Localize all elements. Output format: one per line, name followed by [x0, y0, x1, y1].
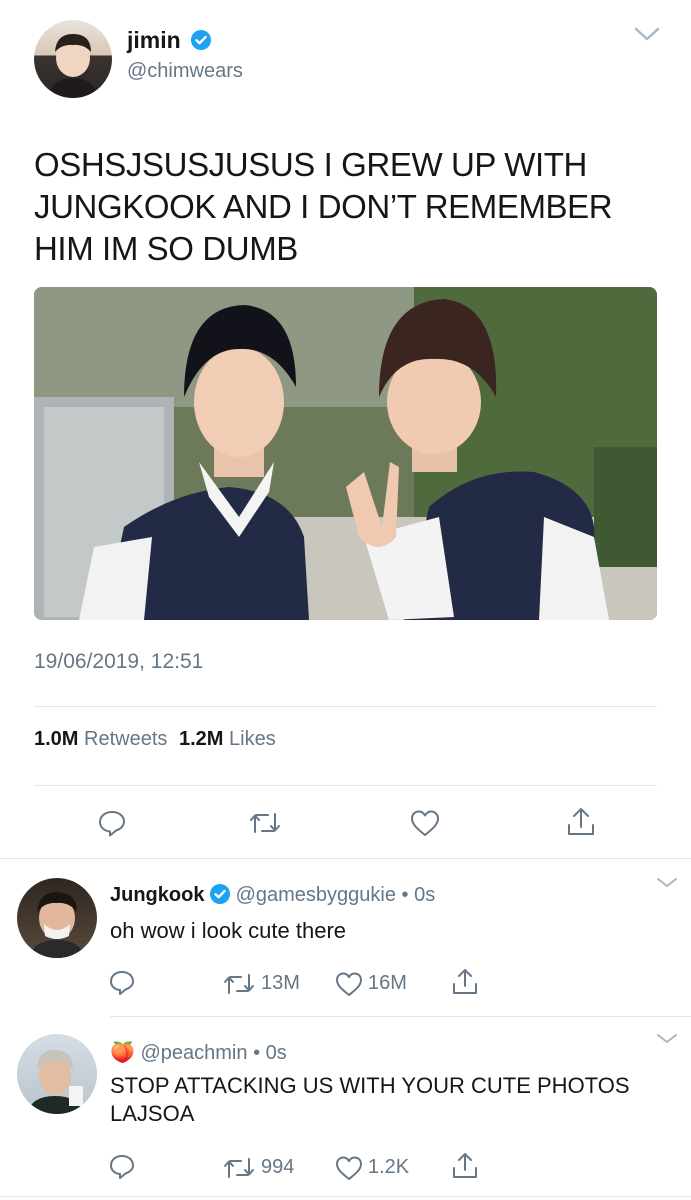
tweet-text: OSHSJSUSJUSUS I GREW UP WITH JUNGKOOK AN…	[34, 146, 613, 267]
reply-icon[interactable]	[97, 808, 127, 838]
tweet-photo[interactable]	[34, 287, 657, 620]
dot-separator: •	[253, 1042, 261, 1064]
section-divider	[0, 858, 691, 859]
reply-avatar[interactable]	[17, 1034, 97, 1114]
tweet-timestamp[interactable]: 19/06/2019, 12:51	[34, 650, 203, 674]
reply-retweet-count: 994	[261, 1156, 295, 1178]
avatar-photo-icon	[48, 34, 98, 98]
reply-retweet-count: 13M	[261, 972, 300, 994]
likes-count: 1.2M	[178, 728, 224, 750]
reply-like-count: 16M	[368, 972, 407, 994]
reply-text: oh wow i look cute there	[110, 918, 347, 943]
likes-label: Likes	[229, 728, 276, 750]
reply-text: STOP ATTACKING US WITH YOUR CUTE PHOTOS …	[110, 1073, 630, 1126]
reply-time[interactable]: 0s	[266, 1042, 287, 1064]
chevron-down-icon[interactable]	[633, 25, 661, 43]
divider	[34, 706, 657, 707]
section-divider	[110, 1016, 691, 1017]
reply-handle[interactable]: @gamesbyggukie	[236, 884, 396, 906]
display-name-text[interactable]: jimin	[127, 27, 181, 53]
reply-header: 🍑 @peachmin • 0s	[110, 1040, 287, 1065]
chevron-down-icon[interactable]	[655, 1032, 679, 1046]
retweet-icon[interactable]	[248, 808, 282, 838]
reply-icon[interactable]	[108, 969, 136, 997]
reply-header: Jungkook @gamesbyggukie • 0s	[110, 883, 435, 907]
reply-avatar[interactable]	[17, 878, 97, 958]
photo-of-two-boys-icon	[34, 287, 657, 620]
chevron-down-icon[interactable]	[655, 876, 679, 890]
share-icon[interactable]	[451, 1151, 479, 1181]
reply-handle[interactable]: @peachmin	[140, 1042, 247, 1064]
author-display-name[interactable]: jimin	[127, 27, 212, 54]
retweet-icon[interactable]	[222, 971, 256, 997]
divider	[34, 785, 657, 786]
retweet-icon[interactable]	[222, 1155, 256, 1181]
reply-display-name[interactable]: 🍑	[110, 1042, 135, 1064]
likes-stat[interactable]: 1.2M Likes	[179, 728, 276, 750]
reply-like-count: 1.2K	[368, 1156, 410, 1178]
like-heart-icon[interactable]	[334, 970, 364, 998]
like-heart-icon[interactable]	[334, 1154, 364, 1182]
share-icon[interactable]	[566, 806, 596, 838]
dot-separator: •	[401, 884, 409, 906]
reply-display-name[interactable]: Jungkook	[110, 884, 204, 906]
reply-time[interactable]: 0s	[414, 884, 435, 906]
reply-icon[interactable]	[108, 1153, 136, 1181]
retweets-stat[interactable]: 1.0M Retweets	[34, 728, 173, 750]
avatar-photo-icon	[29, 892, 85, 958]
verified-badge-icon	[191, 29, 212, 50]
section-divider	[0, 1196, 691, 1197]
verified-badge-icon	[210, 883, 231, 904]
share-icon[interactable]	[451, 967, 479, 997]
retweets-count: 1.0M	[34, 728, 79, 750]
avatar-photo-icon	[27, 1050, 83, 1114]
retweets-label: Retweets	[84, 728, 168, 750]
tweet-stats: 1.0M Retweets 1.2M Likes	[34, 728, 276, 751]
author-handle[interactable]: @chimwears	[127, 60, 243, 83]
like-heart-icon[interactable]	[409, 808, 441, 838]
author-avatar[interactable]	[34, 20, 112, 98]
